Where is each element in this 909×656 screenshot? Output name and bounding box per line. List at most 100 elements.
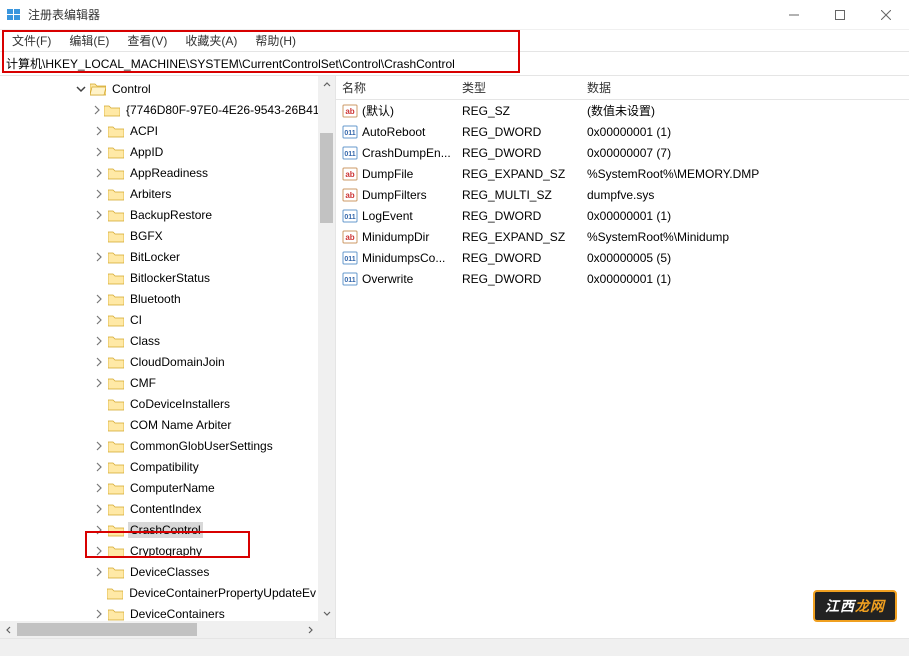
column-data[interactable]: 数据 — [587, 79, 909, 96]
value-row[interactable]: 011CrashDumpEn...REG_DWORD0x00000007 (7) — [336, 142, 909, 163]
chevron-right-icon[interactable] — [92, 355, 106, 369]
chevron-right-icon[interactable] — [92, 502, 106, 516]
scroll-track-vertical[interactable] — [318, 93, 335, 604]
svg-text:ab: ab — [345, 170, 354, 179]
watermark-prefix: 江西 — [825, 598, 855, 614]
value-row[interactable]: ab(默认)REG_SZ(数值未设置) — [336, 100, 909, 121]
folder-icon — [108, 166, 124, 180]
tree-item[interactable]: ACPI — [0, 120, 318, 141]
tree-item[interactable]: BitlockerStatus — [0, 267, 318, 288]
chevron-right-icon[interactable] — [92, 166, 106, 180]
value-name: AutoReboot — [362, 125, 462, 139]
tree-item-control[interactable]: Control — [0, 78, 318, 99]
chevron-down-icon[interactable] — [74, 82, 88, 96]
folder-icon — [108, 607, 124, 621]
value-name: CrashDumpEn... — [362, 146, 462, 160]
chevron-right-icon[interactable] — [92, 460, 106, 474]
menu-favorites[interactable]: 收藏夹(A) — [177, 30, 245, 51]
chevron-right-icon[interactable] — [92, 103, 102, 117]
tree-item[interactable]: AppReadiness — [0, 162, 318, 183]
tree-item[interactable]: Class — [0, 330, 318, 351]
chevron-right-icon[interactable] — [92, 145, 106, 159]
tree-list: Control {7746D80F-97E0-4E26-9543-26B41AC… — [0, 76, 318, 621]
column-name[interactable]: 名称 — [342, 79, 462, 96]
tree-item[interactable]: CrashControl — [0, 519, 318, 540]
tree-item[interactable]: DeviceContainerPropertyUpdateEv — [0, 582, 318, 603]
binary-value-icon: 011 — [342, 124, 358, 140]
svg-text:011: 011 — [344, 256, 355, 263]
tree-item[interactable]: CMF — [0, 372, 318, 393]
scroll-up-button[interactable] — [318, 76, 335, 93]
value-row[interactable]: abMinidumpDirREG_EXPAND_SZ%SystemRoot%\M… — [336, 226, 909, 247]
tree-item[interactable]: CloudDomainJoin — [0, 351, 318, 372]
folder-icon — [108, 313, 124, 327]
menu-help[interactable]: 帮助(H) — [247, 30, 304, 51]
tree-item[interactable]: {7746D80F-97E0-4E26-9543-26B41 — [0, 99, 318, 120]
chevron-right-icon[interactable] — [92, 376, 106, 390]
folder-icon — [108, 124, 124, 138]
tree-item[interactable]: ContentIndex — [0, 498, 318, 519]
folder-icon — [108, 481, 124, 495]
value-row[interactable]: abDumpFiltersREG_MULTI_SZdumpfve.sys — [336, 184, 909, 205]
chevron-right-icon[interactable] — [92, 523, 106, 537]
scroll-right-button[interactable] — [301, 621, 318, 638]
chevron-right-icon[interactable] — [92, 544, 106, 558]
tree-item[interactable]: Compatibility — [0, 456, 318, 477]
chevron-right-icon[interactable] — [92, 292, 106, 306]
column-type[interactable]: 类型 — [462, 79, 587, 96]
tree-item[interactable]: BitLocker — [0, 246, 318, 267]
chevron-right-icon[interactable] — [92, 124, 106, 138]
tree-scrollbar-vertical[interactable] — [318, 76, 335, 621]
chevron-right-icon[interactable] — [92, 313, 106, 327]
chevron-right-icon[interactable] — [92, 208, 106, 222]
tree-scroll[interactable]: Control {7746D80F-97E0-4E26-9543-26B41AC… — [0, 76, 318, 621]
scroll-thumb-horizontal[interactable] — [17, 623, 197, 636]
chevron-right-icon[interactable] — [92, 187, 106, 201]
scroll-track-horizontal[interactable] — [17, 621, 301, 638]
tree-item[interactable]: DeviceClasses — [0, 561, 318, 582]
value-row[interactable]: abDumpFileREG_EXPAND_SZ%SystemRoot%\MEMO… — [336, 163, 909, 184]
tree-item[interactable]: ComputerName — [0, 477, 318, 498]
scroll-left-button[interactable] — [0, 621, 17, 638]
tree-item[interactable]: Bluetooth — [0, 288, 318, 309]
menu-edit[interactable]: 编辑(E) — [61, 30, 117, 51]
tree-item-label: COM Name Arbiter — [128, 417, 233, 433]
watermark-suffix: 龙网 — [855, 598, 885, 614]
tree-item[interactable]: Arbiters — [0, 183, 318, 204]
value-row[interactable]: 011MinidumpsCo...REG_DWORD0x00000005 (5) — [336, 247, 909, 268]
menu-file[interactable]: 文件(F) — [4, 30, 59, 51]
scroll-down-button[interactable] — [318, 604, 335, 621]
tree-item[interactable]: BGFX — [0, 225, 318, 246]
value-row[interactable]: 011OverwriteREG_DWORD0x00000001 (1) — [336, 268, 909, 289]
value-row[interactable]: 011LogEventREG_DWORD0x00000001 (1) — [336, 205, 909, 226]
tree-item-label: BackupRestore — [128, 207, 214, 223]
chevron-right-icon[interactable] — [92, 250, 106, 264]
tree-item[interactable]: CI — [0, 309, 318, 330]
chevron-right-icon[interactable] — [92, 565, 106, 579]
maximize-button[interactable] — [817, 0, 863, 30]
minimize-button[interactable] — [771, 0, 817, 30]
folder-icon — [108, 460, 124, 474]
tree-item[interactable]: CoDeviceInstallers — [0, 393, 318, 414]
value-row[interactable]: 011AutoRebootREG_DWORD0x00000001 (1) — [336, 121, 909, 142]
values-body[interactable]: ab(默认)REG_SZ(数值未设置) 011 AutoReboot REG_DWOR… — [336, 100, 909, 638]
tree-item[interactable]: Cryptography — [0, 540, 318, 561]
close-button[interactable] — [863, 0, 909, 30]
tree-item[interactable]: AppID — [0, 141, 318, 162]
chevron-right-icon[interactable] — [92, 481, 106, 495]
string-value-icon: ab — [342, 229, 358, 245]
tree-item[interactable]: DeviceContainers — [0, 603, 318, 621]
menu-view[interactable]: 查看(V) — [119, 30, 175, 51]
chevron-right-icon[interactable] — [92, 439, 106, 453]
chevron-right-icon[interactable] — [92, 334, 106, 348]
tree-item-label: CrashControl — [128, 522, 203, 538]
tree-item[interactable]: BackupRestore — [0, 204, 318, 225]
address-bar[interactable]: 计算机\HKEY_LOCAL_MACHINE\SYSTEM\CurrentCon… — [0, 52, 909, 76]
tree-scrollbar-horizontal[interactable] — [0, 621, 318, 638]
value-type: REG_DWORD — [462, 251, 587, 265]
tree-item[interactable]: COM Name Arbiter — [0, 414, 318, 435]
scroll-thumb-vertical[interactable] — [320, 133, 333, 223]
tree-item-label: ContentIndex — [128, 501, 203, 517]
chevron-right-icon[interactable] — [92, 607, 106, 621]
tree-item[interactable]: CommonGlobUserSettings — [0, 435, 318, 456]
